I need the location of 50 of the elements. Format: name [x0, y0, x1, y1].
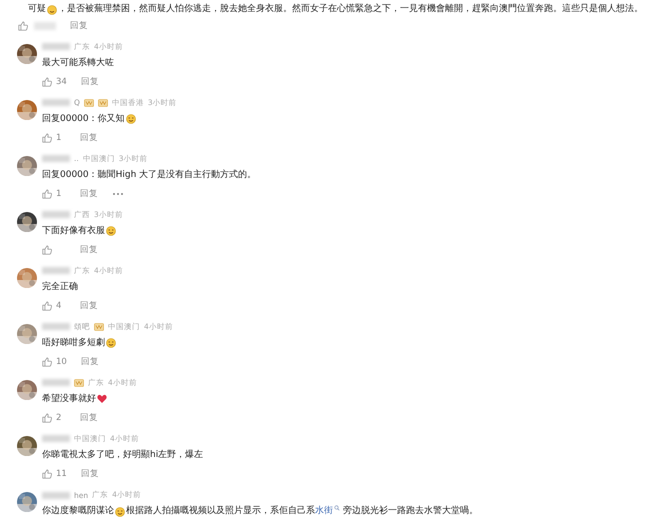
reply-link[interactable]: 回复: [80, 76, 99, 88]
like-button[interactable]: 2: [42, 413, 66, 424]
emoji-icon: [115, 506, 125, 516]
like-button[interactable]: 34: [42, 77, 67, 88]
comment-text: 下面好像有衣服: [42, 224, 123, 238]
comment-text: 可疑 ，是否被蕪理禁困，然而疑人怕你逃走，脫去她全身衣服。然而女子在心慌緊急之下，一見有機會離開，趕緊向澳門位置奔跑。這些只是個人想法。: [28, 3, 644, 16]
reply-link[interactable]: 回复: [80, 412, 98, 424]
badge-icon: [84, 98, 94, 107]
comment-text: 希望没事就好: [42, 392, 137, 406]
comment-text: 最大可能系轉大咗: [42, 56, 115, 70]
comment-text: 回复00000：你又知: [42, 112, 177, 126]
emoji-icon: [47, 4, 57, 14]
like-button[interactable]: 1: [42, 189, 66, 200]
blurred-username: [42, 435, 70, 442]
blurred-username: [42, 155, 70, 162]
comment-text: 你睇電視太多了吧，好明顯hi左野，爆左: [42, 448, 204, 462]
reply-link[interactable]: 回复: [80, 244, 98, 256]
blurred-username: [42, 211, 70, 218]
reply-link[interactable]: 回复: [80, 188, 98, 200]
reply-link[interactable]: 回复: [80, 300, 98, 312]
badge-icon: [98, 98, 108, 107]
heart-icon: [97, 394, 107, 404]
comment-text: 唔好睇咁多短劇: [42, 336, 173, 350]
blurred-username: [42, 379, 70, 386]
blurred-count: [34, 22, 56, 30]
blurred-username: [42, 267, 70, 274]
blurred-username: [42, 43, 70, 50]
blurred-username: [42, 99, 70, 106]
blurred-username: [42, 492, 70, 498]
reply-link[interactable]: 回复: [80, 356, 99, 368]
badge-icon: [94, 322, 104, 331]
reply-link[interactable]: 回复: [80, 132, 98, 144]
like-icon[interactable]: [18, 21, 28, 31]
search-icon: [334, 505, 340, 511]
like-button[interactable]: 10: [42, 357, 67, 368]
blurred-username: [42, 323, 70, 330]
like-button[interactable]: 4: [42, 301, 66, 312]
comment-text: 完全正确: [42, 280, 79, 294]
comment-text: 你边度黎嘅阴谋论 根据路人拍攝嘅视频以及照片显示，系佢自己系水街 旁边脱光衫一路跑去水警大堂喎。: [42, 505, 478, 518]
reply-link[interactable]: 回复: [80, 468, 99, 480]
reply-link[interactable]: 回复: [70, 20, 88, 32]
like-button[interactable]: 1: [42, 133, 66, 144]
like-button[interactable]: 11: [42, 469, 67, 480]
keyword-link[interactable]: 水街: [315, 505, 343, 518]
more-icon[interactable]: [112, 192, 124, 196]
emoji-icon: [106, 338, 116, 348]
comment-text: 回复00000：聽聞High 大了是没有自主行動方式的。: [42, 168, 256, 182]
emoji-icon: [126, 114, 136, 124]
emoji-icon: [106, 226, 116, 236]
badge-icon: [74, 378, 84, 387]
